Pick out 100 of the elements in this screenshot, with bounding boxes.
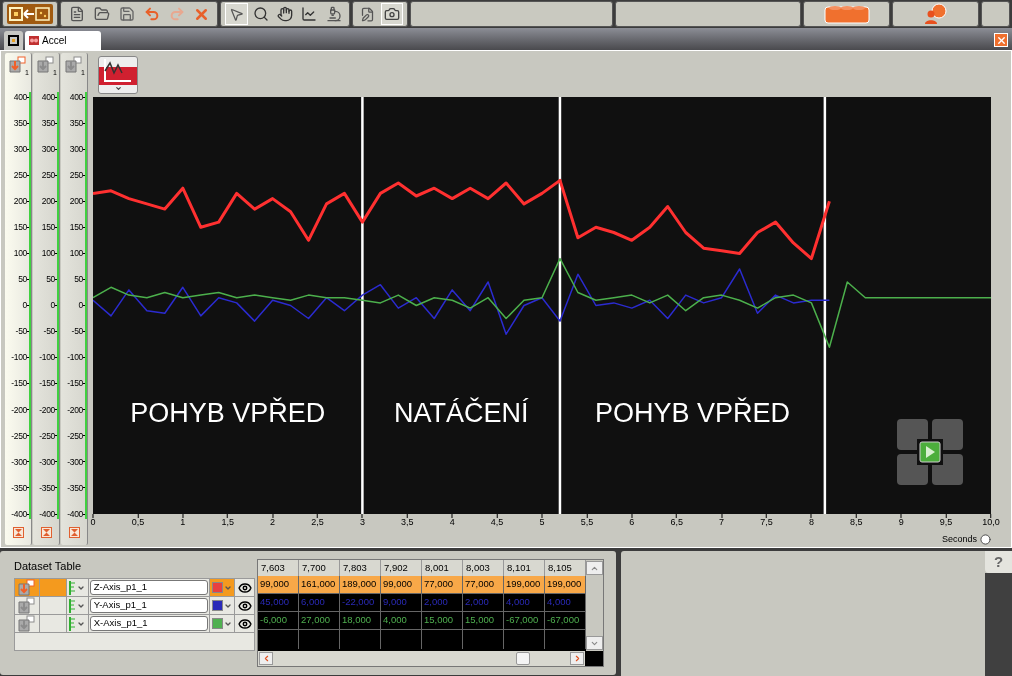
close-button[interactable] (994, 33, 1008, 47)
axis-tick-label: 0 (22, 301, 27, 310)
x-tick-label: 8 (808, 518, 814, 527)
table-cell: 77,000 (422, 576, 463, 593)
hand-icon (277, 6, 294, 22)
help-button[interactable]: ? (985, 551, 1012, 573)
dataset-download-icon[interactable] (37, 56, 55, 73)
x-tick-label: 8,5 (850, 518, 863, 527)
brick-icon[interactable] (823, 4, 870, 24)
x-axis-title: Seconds (941, 534, 977, 544)
visibility-eye-icon[interactable] (237, 598, 252, 613)
table-cell: 99,000 (381, 576, 422, 593)
axis-tick-label: 350 (69, 118, 83, 128)
x-tick-label: 0,5 (131, 518, 145, 527)
axis-tick-label: 350 (41, 118, 55, 128)
x-tick-label: 3 (359, 518, 365, 527)
horizontal-scrollbar[interactable] (258, 651, 585, 666)
x-tick-label: 7,5 (760, 518, 773, 527)
axis-tick-label: 250 (69, 170, 83, 180)
dataset-row[interactable]: Y-Axis_p1_1 (15, 597, 255, 615)
table-cell: 2,000 (463, 594, 504, 611)
table-cell: 15,000 (422, 612, 463, 629)
axis-tick-label: -100 (67, 353, 83, 362)
swap-view-button[interactable] (7, 4, 53, 24)
color-swatch[interactable] (212, 582, 224, 593)
camera-icon (383, 6, 400, 22)
axis-tick-label: -50 (15, 327, 27, 336)
x-tick-label: 6 (629, 518, 635, 527)
toolbar-panel (981, 1, 1010, 27)
swap-arrow-icon (8, 5, 52, 23)
table-cell: 99,000 (258, 576, 299, 593)
overview-tab[interactable] (4, 31, 23, 50)
axis-tick-label: 300 (13, 144, 27, 154)
table-cell: 45,000 (258, 594, 299, 611)
axis-tick-label: 0 (78, 301, 83, 310)
axis-tick-label: -350 (11, 483, 27, 493)
redo-icon (168, 6, 185, 22)
chart-type-button[interactable] (98, 56, 138, 94)
hourglass-icon (42, 528, 50, 536)
vertical-scrollbar[interactable] (586, 560, 603, 651)
x-tick-label: 9 (898, 518, 904, 527)
document-tab[interactable]: Accel (25, 31, 101, 50)
dataset-row[interactable]: Z-Axis_p1_1 (15, 579, 255, 597)
pointer-button[interactable] (225, 3, 248, 25)
navigation-pad-icon[interactable] (897, 419, 963, 485)
axis-tick-label: -100 (11, 353, 27, 362)
segment-label: POHYB VPŘED (130, 398, 326, 429)
dataset-download-icon[interactable] (17, 579, 36, 596)
dataset-row[interactable]: X-Axis_p1_1 (15, 615, 255, 633)
table-cell: 4,000 (504, 594, 545, 611)
axis-tick-label: 150 (69, 223, 83, 232)
axis-tick-label: 350 (13, 118, 27, 128)
undo-icon (143, 6, 160, 22)
color-swatch[interactable] (212, 618, 224, 629)
segment-label: POHYB VPŘED (594, 398, 790, 429)
dataset-name-field[interactable]: Z-Axis_p1_1 (89, 580, 209, 595)
axis-tick-label: 200 (13, 197, 27, 206)
axis-tick-label: 50 (18, 275, 27, 284)
pointer-icon (228, 6, 244, 22)
color-swatch[interactable] (212, 600, 224, 611)
dataset-download-icon[interactable] (9, 56, 27, 73)
x-tick-label: 2,5 (311, 518, 324, 527)
x-tick-label: 5 (539, 518, 545, 527)
clock-icon (980, 533, 991, 545)
visibility-eye-icon[interactable] (237, 616, 252, 631)
axis-tick-label: 150 (13, 223, 27, 232)
axis-tick-label: -250 (67, 431, 83, 441)
hourglass-icon (70, 528, 78, 536)
dataset-name-field[interactable]: X-Axis_p1_1 (89, 616, 209, 631)
dataset-name-field[interactable]: Y-Axis_p1_1 (89, 598, 209, 613)
axis-tick-label: 50 (46, 275, 55, 284)
axis-tick-label: 100 (41, 249, 55, 258)
camera-button[interactable] (380, 3, 403, 25)
zoom-fit-button[interactable] (68, 526, 80, 538)
axis-tick-label: 400 (13, 92, 27, 102)
axis-tick-label: 0 (50, 301, 55, 310)
x-tick-label: 6,5 (670, 518, 683, 527)
x-tick-label: 5,5 (580, 518, 594, 527)
table-cell: 4,000 (381, 612, 422, 629)
dataset-download-icon[interactable] (65, 56, 83, 73)
user-help-icon[interactable] (923, 3, 948, 25)
scroll-thumb[interactable] (516, 652, 530, 665)
x-tick-label: 0 (90, 518, 96, 527)
axis-tick-label: -150 (39, 379, 55, 388)
x-tick-label: 1,5 (221, 518, 234, 527)
panel-title: Dataset Table (14, 561, 83, 574)
chart-icon (99, 57, 137, 85)
x-tick-label: 2 (270, 518, 276, 527)
table-cell: 9,000 (381, 594, 422, 611)
visibility-eye-icon[interactable] (237, 580, 252, 595)
dataset-download-icon[interactable] (17, 615, 36, 632)
dataset-download-icon[interactable] (17, 597, 36, 614)
axis-tick-label: 100 (69, 249, 83, 258)
axis-tick-label: -400 (67, 509, 83, 519)
table-cell: -22,000 (340, 594, 381, 611)
axis-tick-label: -200 (11, 405, 27, 414)
zoom-fit-button[interactable] (12, 526, 24, 538)
zoom-fit-button[interactable] (40, 526, 52, 538)
axis-tick-label: -50 (71, 327, 83, 336)
axis-tick-label: 300 (41, 144, 55, 154)
